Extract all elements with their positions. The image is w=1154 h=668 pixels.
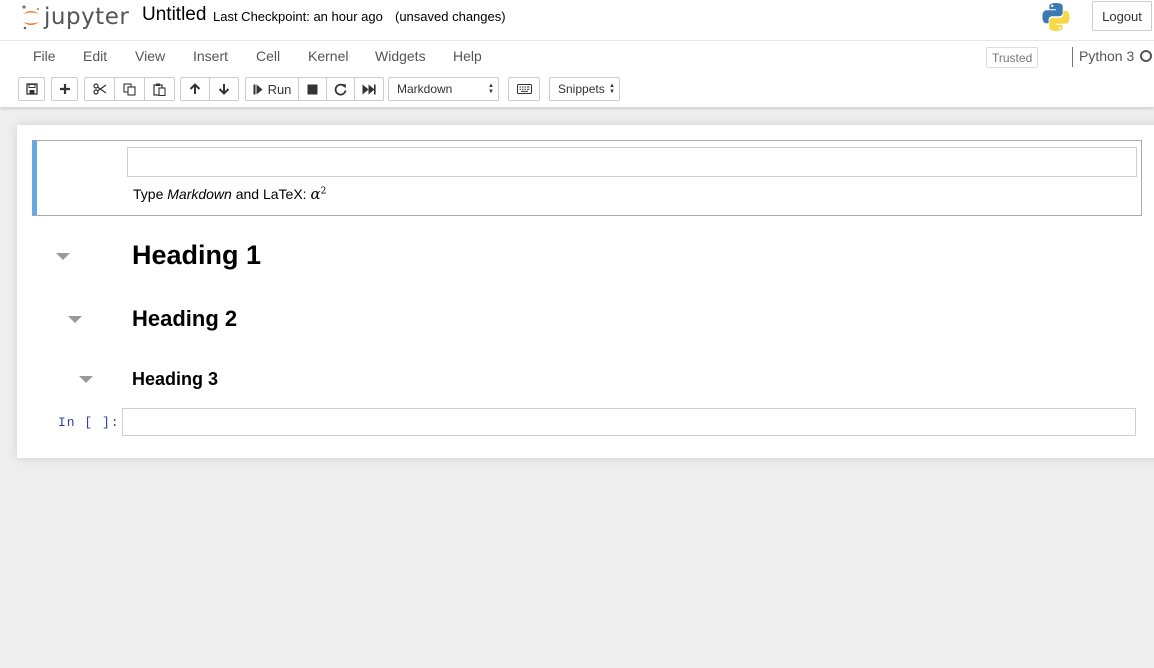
move-up-button[interactable] — [180, 77, 210, 101]
menu-cell[interactable]: Cell — [256, 48, 280, 64]
code-cell-input[interactable] — [122, 408, 1136, 436]
toolbar: Run Markdown ▲ ▼ Snippets ▲ ▼ — [0, 71, 1154, 107]
jupyter-logo[interactable]: jupyter — [20, 2, 129, 32]
md-text-emphasis: Markdown — [167, 186, 232, 202]
arrow-down-icon — [218, 84, 230, 95]
logo-text: jupyter — [44, 4, 130, 30]
select-arrows-icon: ▲ ▼ — [488, 83, 494, 95]
insert-cell-button[interactable] — [51, 77, 78, 101]
select-arrows-icon: ▲ ▼ — [609, 83, 615, 95]
menu-file[interactable]: File — [33, 48, 56, 64]
code-cell-prompt: In [ ]: — [58, 415, 120, 430]
collapse-heading-3-icon[interactable] — [79, 376, 93, 383]
fast-forward-icon — [362, 84, 376, 94]
menu-kernel[interactable]: Kernel — [308, 48, 348, 64]
run-label: Run — [267, 81, 292, 97]
heading-1: Heading 1 — [132, 240, 262, 270]
step-forward-icon — [253, 84, 263, 94]
arrow-up-icon — [189, 83, 201, 94]
notebook-container: Type Markdown and LaTeX: α2 Heading 1 He… — [17, 125, 1154, 458]
trusted-indicator[interactable]: Trusted — [986, 47, 1039, 68]
jupyter-logo-icon — [22, 5, 40, 30]
markdown-rendered-text: Type Markdown and LaTeX: α2 — [133, 185, 326, 203]
menu-view[interactable]: View — [135, 48, 165, 64]
save-button[interactable] — [18, 77, 45, 101]
interrupt-button[interactable] — [298, 77, 327, 101]
menubar: File Edit View Insert Cell Kernel Widget… — [0, 40, 1154, 71]
checkpoint-status: Last Checkpoint: an hour ago — [213, 9, 383, 24]
heading-2: Heading 2 — [132, 306, 238, 331]
menu-help[interactable]: Help — [453, 48, 482, 64]
cut-button[interactable] — [84, 77, 115, 101]
menu-insert[interactable]: Insert — [193, 48, 228, 64]
collapse-heading-2-icon[interactable] — [68, 316, 82, 323]
menu-edit[interactable]: Edit — [83, 48, 107, 64]
snippets-select[interactable]: Snippets ▲ ▼ — [549, 77, 620, 101]
markdown-cell-input[interactable] — [127, 147, 1137, 177]
move-down-button[interactable] — [209, 77, 239, 101]
run-button[interactable]: Run — [245, 77, 299, 101]
header: jupyter Untitled Last Checkpoint: an hou… — [0, 0, 1154, 107]
heading-3: Heading 3 — [132, 369, 219, 389]
logout-button[interactable]: Logout — [1092, 1, 1152, 31]
md-text-suffix: and LaTeX: — [231, 186, 311, 202]
cell-type-select[interactable]: Markdown ▲ ▼ — [388, 77, 499, 101]
md-text-prefix: Type — [133, 186, 168, 202]
paste-button[interactable] — [144, 77, 175, 101]
markdown-cell-selected[interactable]: Type Markdown and LaTeX: α2 — [32, 140, 1142, 216]
python-logo-icon — [1040, 1, 1072, 38]
copy-button[interactable] — [114, 77, 145, 101]
kernel-name: Python 3 — [1079, 48, 1135, 64]
plus-icon — [59, 84, 70, 94]
restart-button[interactable] — [326, 77, 355, 101]
kernel-idle-icon — [1140, 50, 1152, 62]
keyboard-icon — [516, 84, 532, 94]
restart-icon — [334, 83, 347, 95]
cut-icon — [92, 83, 106, 95]
copy-icon — [123, 82, 136, 96]
command-palette-button[interactable] — [508, 77, 540, 101]
autosave-status: (unsaved changes) — [395, 9, 506, 24]
notebook-name[interactable]: Untitled — [142, 4, 206, 26]
math-exponent: 2 — [320, 186, 327, 197]
math-base: α — [310, 185, 321, 203]
menu-widgets[interactable]: Widgets — [375, 48, 426, 64]
stop-icon — [307, 84, 318, 94]
kernel-separator — [1072, 47, 1073, 67]
collapse-heading-1-icon[interactable] — [56, 253, 70, 260]
save-icon — [25, 83, 38, 95]
snippets-label: Snippets — [558, 82, 605, 96]
restart-run-all-button[interactable] — [354, 77, 384, 101]
cell-type-value: Markdown — [397, 82, 453, 96]
paste-icon — [153, 83, 166, 96]
